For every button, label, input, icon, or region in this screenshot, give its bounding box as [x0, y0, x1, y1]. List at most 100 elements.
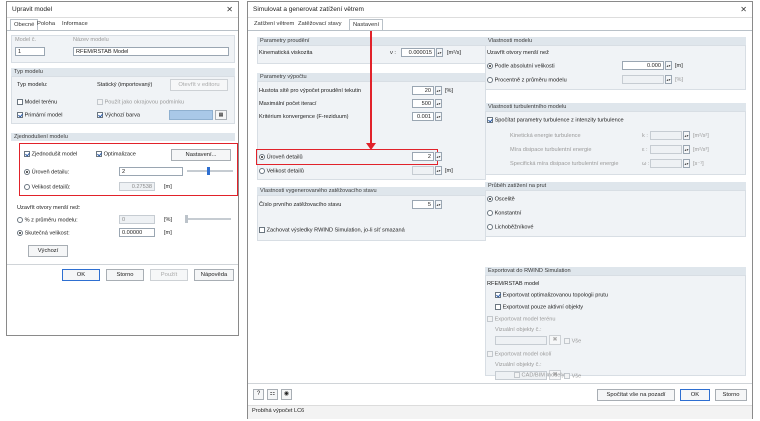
- conv-field[interactable]: 0.001: [412, 112, 434, 121]
- detail-level-field[interactable]: 2: [119, 167, 183, 176]
- primary-model-row[interactable]: Primární model: [17, 112, 63, 118]
- nu-field[interactable]: 0.000015: [401, 48, 435, 57]
- tab-info[interactable]: Informace: [59, 19, 91, 30]
- settings-button[interactable]: Nastavení...: [171, 149, 231, 161]
- rod-opt1-radio[interactable]: [487, 196, 493, 202]
- visual-objects-field[interactable]: [495, 336, 547, 345]
- cancel-button[interactable]: Storno: [715, 389, 747, 401]
- all2-row[interactable]: Vše: [564, 373, 581, 379]
- select-pointer-icon[interactable]: ✖: [549, 335, 561, 345]
- calc-detail-spinner-icon[interactable]: ▴▾: [435, 152, 442, 161]
- rod-opt3-row[interactable]: Lichoběžníkové: [487, 224, 533, 230]
- cad-bim-checkbox[interactable]: [514, 372, 520, 378]
- help-button[interactable]: Nápověda: [194, 269, 234, 281]
- export-opt-row[interactable]: Exportovat optimalizovanou topologii pru…: [495, 292, 608, 298]
- detail-level-slider-thumb[interactable]: [207, 167, 210, 175]
- calc-turb-row[interactable]: Spočítat parametry turbulence z intenzit…: [487, 117, 624, 123]
- model-name-field[interactable]: RFEM/RSTAB Model: [73, 47, 229, 56]
- percent-slider-thumb[interactable]: [185, 215, 188, 223]
- default-color-checkbox[interactable]: [97, 112, 103, 118]
- default-button[interactable]: Výchozí: [28, 245, 68, 257]
- simplify-model-row[interactable]: Zjednodušit model: [24, 151, 77, 157]
- export-opt-checkbox[interactable]: [495, 292, 501, 298]
- export-active-checkbox[interactable]: [495, 304, 501, 310]
- all-row[interactable]: Vše: [564, 338, 581, 344]
- pct-size-field[interactable]: [622, 75, 664, 84]
- all2-checkbox[interactable]: [564, 373, 570, 379]
- ok-button[interactable]: OK: [62, 269, 100, 281]
- export-active-row[interactable]: Exportovat pouze aktivní objekty: [495, 304, 583, 310]
- detail-size-row[interactable]: Velikost detailů:: [24, 184, 70, 190]
- calc-detail-size-row[interactable]: Velikost detailů: [259, 168, 304, 174]
- percent-slider[interactable]: [185, 218, 231, 220]
- export-surround-row[interactable]: Exportovat model okolí: [487, 351, 551, 357]
- detail-level-radio[interactable]: [24, 169, 30, 175]
- color-picker-icon[interactable]: ▦: [215, 110, 227, 120]
- actual-size-field[interactable]: 0.00000: [119, 228, 155, 237]
- by-percent-row[interactable]: Procentně z průměru modelu: [487, 77, 567, 83]
- surroundings-checkbox[interactable]: [97, 99, 103, 105]
- calc-all-background-button[interactable]: Spočítat vše na pozadí: [597, 389, 675, 401]
- conv-spinner-icon[interactable]: ▴▾: [435, 112, 442, 121]
- tab-wind-loads[interactable]: Zatížení větrem: [251, 19, 297, 30]
- max-iter-spinner-icon[interactable]: ▴▾: [435, 99, 442, 108]
- abs-size-field[interactable]: 0.000: [622, 61, 664, 70]
- open-editor-button[interactable]: Otevřít v editoru: [170, 79, 228, 91]
- tab-position[interactable]: Poloha: [34, 19, 58, 30]
- actual-size-radio[interactable]: [17, 230, 23, 236]
- percent-radio[interactable]: [17, 217, 23, 223]
- optimization-checkbox[interactable]: [96, 151, 102, 157]
- abs-size-spinner-icon[interactable]: ▴▾: [665, 61, 672, 70]
- surroundings-row[interactable]: Použít jako okrajovou podmínku: [97, 99, 184, 105]
- nu-spinner-icon[interactable]: ▴▾: [436, 48, 443, 57]
- mesh-density-field[interactable]: 20: [412, 86, 434, 95]
- detail-level-slider[interactable]: [187, 170, 233, 172]
- export-surround-checkbox[interactable]: [487, 351, 493, 357]
- units-icon[interactable]: ⚏: [267, 389, 278, 400]
- detail-size-field[interactable]: 0.27538: [119, 182, 155, 191]
- tab-settings[interactable]: Nastavení: [349, 19, 384, 30]
- by-percent-radio[interactable]: [487, 77, 493, 83]
- terrain-model-row[interactable]: Model terénu: [17, 99, 57, 105]
- rod-opt2-radio[interactable]: [487, 210, 493, 216]
- rod-opt2-row[interactable]: Konstantní: [487, 210, 521, 216]
- all-checkbox[interactable]: [564, 338, 570, 344]
- color-swatch[interactable]: [169, 110, 213, 120]
- help-icon[interactable]: ?: [253, 389, 264, 400]
- percent-field[interactable]: 0: [119, 215, 155, 224]
- detail-size-radio[interactable]: [24, 184, 30, 190]
- percent-row[interactable]: % z průměru modelu:: [17, 217, 78, 223]
- default-color-row[interactable]: Výchozí barva: [97, 112, 140, 118]
- first-lc-spinner-icon[interactable]: ▴▾: [435, 200, 442, 209]
- export-terrain-row[interactable]: Exportovat model terénu: [487, 316, 556, 322]
- calc-detail-level-row[interactable]: Úroveň detailů: [259, 154, 303, 160]
- first-lc-field[interactable]: 5: [412, 200, 434, 209]
- by-absolute-radio[interactable]: [487, 63, 493, 69]
- by-absolute-row[interactable]: Podle absolutní velikosti: [487, 63, 555, 69]
- mesh-spinner-icon[interactable]: ▴▾: [435, 86, 442, 95]
- primary-model-checkbox[interactable]: [17, 112, 23, 118]
- calc-detail-level-field[interactable]: 2: [412, 152, 434, 161]
- calc-detail-size-spinner-icon[interactable]: ▴▾: [435, 166, 442, 175]
- max-iter-field[interactable]: 500: [412, 99, 434, 108]
- omega-field[interactable]: [650, 159, 682, 168]
- close-icon[interactable]: ✕: [226, 2, 233, 17]
- export-terrain-checkbox[interactable]: [487, 316, 493, 322]
- keep-results-checkbox[interactable]: [259, 227, 265, 233]
- eps-spinner-icon[interactable]: ▴▾: [683, 145, 690, 154]
- cad-bim-row[interactable]: CAD/BIM modely: [514, 372, 564, 378]
- pct-size-spinner-icon[interactable]: ▴▾: [665, 75, 672, 84]
- rod-opt1-row[interactable]: Oscelitě: [487, 196, 515, 202]
- optimization-row[interactable]: Optimalizace: [96, 151, 136, 157]
- calc-detail-size-radio[interactable]: [259, 168, 265, 174]
- calc-turb-checkbox[interactable]: [487, 117, 493, 123]
- calc-detail-size-field[interactable]: [412, 166, 434, 175]
- simplify-model-checkbox[interactable]: [24, 151, 30, 157]
- omega-spinner-icon[interactable]: ▴▾: [683, 159, 690, 168]
- actual-size-row[interactable]: Skutečná velikost:: [17, 230, 70, 236]
- tab-load-cases[interactable]: Zatěžovací stavy: [295, 19, 345, 30]
- detail-level-row[interactable]: Úroveň detailu:: [24, 169, 69, 175]
- apply-button[interactable]: Použít: [150, 269, 188, 281]
- k-spinner-icon[interactable]: ▴▾: [683, 131, 690, 140]
- close-icon[interactable]: ✕: [740, 2, 747, 17]
